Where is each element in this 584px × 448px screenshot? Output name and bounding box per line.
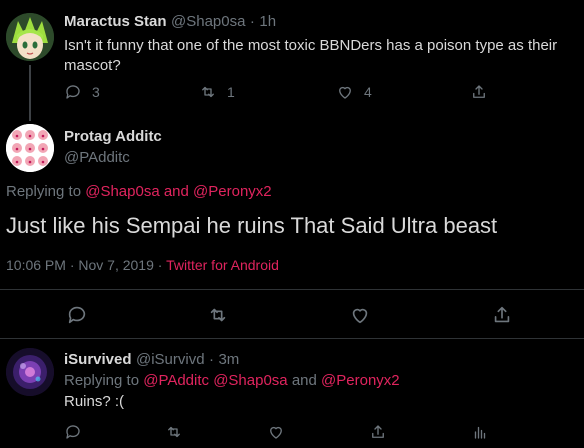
- reply-mention-peronyx2[interactable]: @Peronyx2: [321, 372, 400, 389]
- avatar-maractus-stan[interactable]: [6, 13, 54, 61]
- avatar-image: [6, 348, 54, 396]
- tweet1-share-button[interactable]: [470, 83, 488, 101]
- retweet-icon: [202, 86, 214, 98]
- main-replying-to: Replying to @Shap0sa and @Peronyx2: [6, 183, 272, 200]
- tweet1-header: Maractus Stan @Shap0sa · 1h: [64, 13, 276, 31]
- tweet1-handle[interactable]: @Shap0sa: [171, 13, 245, 30]
- main-meta: 10:06 PM · Nov 7, 2019 · Twitter for And…: [6, 257, 279, 273]
- reply-time[interactable]: 3m: [218, 351, 239, 368]
- tweet1-like-count: 4: [364, 84, 372, 100]
- reply-analytics-button[interactable]: [471, 423, 489, 441]
- share-icon: [372, 425, 384, 438]
- tweet1-retweet-button[interactable]: 1: [199, 83, 235, 101]
- main-reply-button[interactable]: [66, 304, 88, 326]
- reply-and: and: [291, 372, 317, 389]
- reply-mention-shap0sa[interactable]: @Shap0sa: [85, 183, 159, 200]
- like-icon: [352, 308, 368, 324]
- tweet1-like-button[interactable]: 4: [336, 83, 372, 101]
- reply-like-button[interactable]: [267, 423, 285, 441]
- share-icon: [494, 306, 510, 323]
- tweet1-dot: ·: [249, 13, 255, 30]
- main-timestamp[interactable]: 10:06 PM · Nov 7, 2019 ·: [6, 257, 162, 273]
- like-icon: [339, 86, 351, 99]
- reply-mention-shap0sa[interactable]: @Shap0sa: [213, 372, 287, 389]
- replying-label: Replying to: [6, 183, 82, 200]
- thread-line: [29, 65, 31, 121]
- main-text: Just like his Sempai he ruins That Said …: [6, 213, 498, 238]
- reply-icon: [66, 85, 80, 99]
- avatar-image: [6, 124, 54, 172]
- main-source[interactable]: Twitter for Android: [166, 257, 279, 273]
- reply-share-button[interactable]: [369, 423, 387, 441]
- reply-dot: ·: [209, 351, 215, 368]
- share-icon: [473, 85, 485, 98]
- reply-icon: [68, 306, 86, 324]
- main-share-button[interactable]: [491, 304, 513, 326]
- divider: [0, 338, 584, 339]
- main-like-button[interactable]: [349, 304, 371, 326]
- main-author[interactable]: Protag Additc: [64, 128, 162, 145]
- replying-label: Replying to: [64, 372, 140, 389]
- tweet1-retweet-count: 1: [227, 84, 235, 100]
- reply-handle[interactable]: @iSurvivd: [136, 351, 205, 368]
- tweet1-reply-count: 3: [92, 84, 100, 100]
- reply-author[interactable]: iSurvived: [64, 351, 132, 368]
- analytics-icon: [474, 426, 486, 439]
- divider: [0, 289, 584, 290]
- tweet1-text: Isn't it funny that one of the most toxi…: [64, 37, 558, 74]
- reply-retweet-button[interactable]: [165, 423, 183, 441]
- tweet1-author[interactable]: Maractus Stan: [64, 13, 167, 30]
- avatar-protag-additc[interactable]: [6, 124, 54, 172]
- main-retweet-button[interactable]: [207, 304, 229, 326]
- reply-text: Ruins? :(: [64, 393, 125, 410]
- avatar-image: [6, 13, 54, 61]
- retweet-icon: [168, 426, 180, 438]
- reply-reply-button[interactable]: [64, 423, 82, 441]
- reply-and: and: [163, 183, 189, 200]
- reply-icon: [66, 425, 80, 439]
- avatar-isurvived[interactable]: [6, 348, 54, 396]
- reply-header: iSurvived @iSurvivd · 3m: [64, 351, 239, 369]
- reply-mention-peronyx2[interactable]: @Peronyx2: [193, 183, 272, 200]
- main-handle[interactable]: @PAdditc: [64, 149, 130, 166]
- tweet1-time[interactable]: 1h: [259, 13, 276, 30]
- reply-replying-to: Replying to @PAdditc @Shap0sa and @Peron…: [64, 372, 400, 389]
- retweet-icon: [210, 308, 226, 322]
- reply-mention-padditc[interactable]: @PAdditc: [143, 372, 209, 389]
- tweet1-reply-button[interactable]: 3: [64, 83, 100, 101]
- like-icon: [270, 426, 282, 439]
